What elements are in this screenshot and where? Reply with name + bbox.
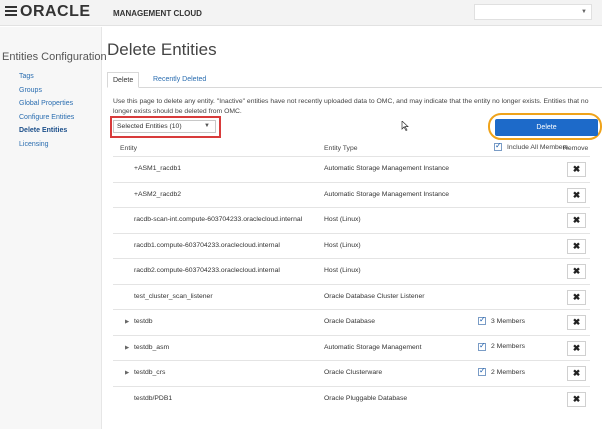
table-row: racdb2.compute-603704233.oraclecloud.int… [113,258,590,284]
header-dropdown[interactable]: ▼ [474,4,592,20]
close-icon[interactable]: ✖ [567,238,586,254]
sidebar-nav: Tags Groups Global Properties Configure … [19,73,74,154]
entity-type: Oracle Pluggable Database [324,394,408,402]
expand-triangle-icon[interactable]: ▶ [125,370,129,376]
entity-name: testdb/PDB1 [134,394,173,402]
product-name: MANAGEMENT CLOUD [113,9,202,18]
sidebar: Entities Configuration Tags Groups Globa… [0,27,107,429]
close-icon[interactable]: ✖ [567,315,586,330]
close-icon[interactable]: ✖ [567,340,586,356]
table-row: racdb-scan-int.compute-603704233.oraclec… [113,207,590,233]
sidebar-item-tags[interactable]: Tags [19,73,74,87]
include-all-members-label: Include All Members [507,143,569,151]
tab-delete[interactable]: Delete [107,72,140,88]
include-members-toggle[interactable]: 2 Members [478,366,525,376]
entity-name: testdb [134,318,153,325]
include-members-checkbox[interactable] [478,341,486,351]
entity-selection-value: Selected Entities (10) [117,123,182,130]
close-icon[interactable]: ✖ [567,213,586,228]
table-row: +ASM1_racdb1 Automatic Storage Managemen… [113,156,590,182]
expand-triangle-icon[interactable]: ▶ [125,345,129,351]
sidebar-title: Entities Configuration [2,51,107,63]
entity-type: Automatic Storage Management [324,343,422,351]
close-icon[interactable]: ✖ [567,187,586,203]
entity-name: racdb-scan-int.compute-603704233.oraclec… [134,216,303,223]
close-icon[interactable]: ✖ [567,162,586,177]
include-all-members-checkbox[interactable] [494,141,502,151]
main-content: Delete Entities Delete Recently Deleted … [103,27,602,429]
entity-type: Host (Linux) [324,216,361,223]
table-row: test_cluster_scan_listener Oracle Databa… [113,283,590,310]
include-all-members-toggle[interactable]: Include All Members [494,141,569,151]
close-icon[interactable]: ✖ [567,289,586,305]
entity-name: racdb2.compute-603704233.oraclecloud.int… [134,267,280,274]
mouse-cursor-icon [401,121,409,131]
chevron-down-icon: ▼ [581,9,587,15]
sidebar-item-global-properties[interactable]: Global Properties [19,100,74,114]
table-row: ▶ testdb_crs Oracle Clusterware 2 Member… [113,360,590,386]
sidebar-item-licensing[interactable]: Licensing [19,141,74,155]
entity-type: Host (Linux) [324,241,361,249]
entity-type: Oracle Clusterware [324,369,383,376]
include-members-toggle[interactable]: 2 Members [478,341,525,351]
entity-name: test_cluster_scan_listener [134,292,213,300]
tab-recently-deleted[interactable]: Recently Deleted [148,72,211,88]
entity-name: +ASM2_racdb2 [134,190,182,198]
include-members-toggle[interactable]: 3 Members [478,315,525,325]
members-count: 2 Members [491,368,525,376]
table-row: +ASM2_racdb2 Automatic Storage Managemen… [113,181,590,208]
delete-button[interactable]: Delete [495,119,598,136]
include-members-checkbox[interactable] [478,366,486,376]
entity-selection-dropdown[interactable]: Selected Entities (10) ▼ [113,120,216,133]
column-header-entity[interactable]: Entity [120,145,137,152]
table-row: racdb1.compute-603704233.oraclecloud.int… [113,232,590,259]
include-members-checkbox[interactable] [478,315,486,325]
chevron-down-icon: ▼ [204,123,210,129]
entity-type: Oracle Database [324,318,376,325]
close-icon[interactable]: ✖ [567,366,586,381]
entity-type: Automatic Storage Management Instance [324,165,450,172]
close-icon[interactable]: ✖ [567,264,586,279]
entity-type: Automatic Storage Management Instance [324,190,450,198]
entity-name: testdb_crs [134,369,166,376]
entity-type: Host (Linux) [324,267,361,274]
entity-name: racdb1.compute-603704233.oraclecloud.int… [134,241,280,249]
close-icon[interactable]: ✖ [567,391,586,407]
sidebar-item-groups[interactable]: Groups [19,87,74,101]
entity-name: +ASM1_racdb1 [134,165,182,172]
sidebar-item-delete-entities[interactable]: Delete Entities [19,127,74,141]
oracle-logo: ORACLE [20,3,91,20]
table-row: ▶ testdb_asm Automatic Storage Managemen… [113,334,590,361]
entity-name: testdb_asm [134,343,170,351]
table-row: ▶ testdb Oracle Database 3 Members ✖ [113,309,590,335]
page-title: Delete Entities [107,40,217,59]
column-header-entity-type[interactable]: Entity Type [324,145,358,152]
tab-bar: Delete Recently Deleted [107,72,602,88]
column-header-remove: Remove [563,145,589,152]
members-count: 3 Members [491,317,525,325]
top-bar: ORACLE MANAGEMENT CLOUD ▼ [0,0,602,26]
hamburger-menu-icon[interactable] [5,6,17,16]
sidebar-item-configure-entities[interactable]: Configure Entities [19,114,74,128]
table-row: testdb/PDB1 Oracle Pluggable Database ✖ [113,385,590,412]
entity-type: Oracle Database Cluster Listener [324,292,425,300]
members-count: 2 Members [491,343,525,350]
expand-triangle-icon[interactable]: ▶ [125,319,129,325]
